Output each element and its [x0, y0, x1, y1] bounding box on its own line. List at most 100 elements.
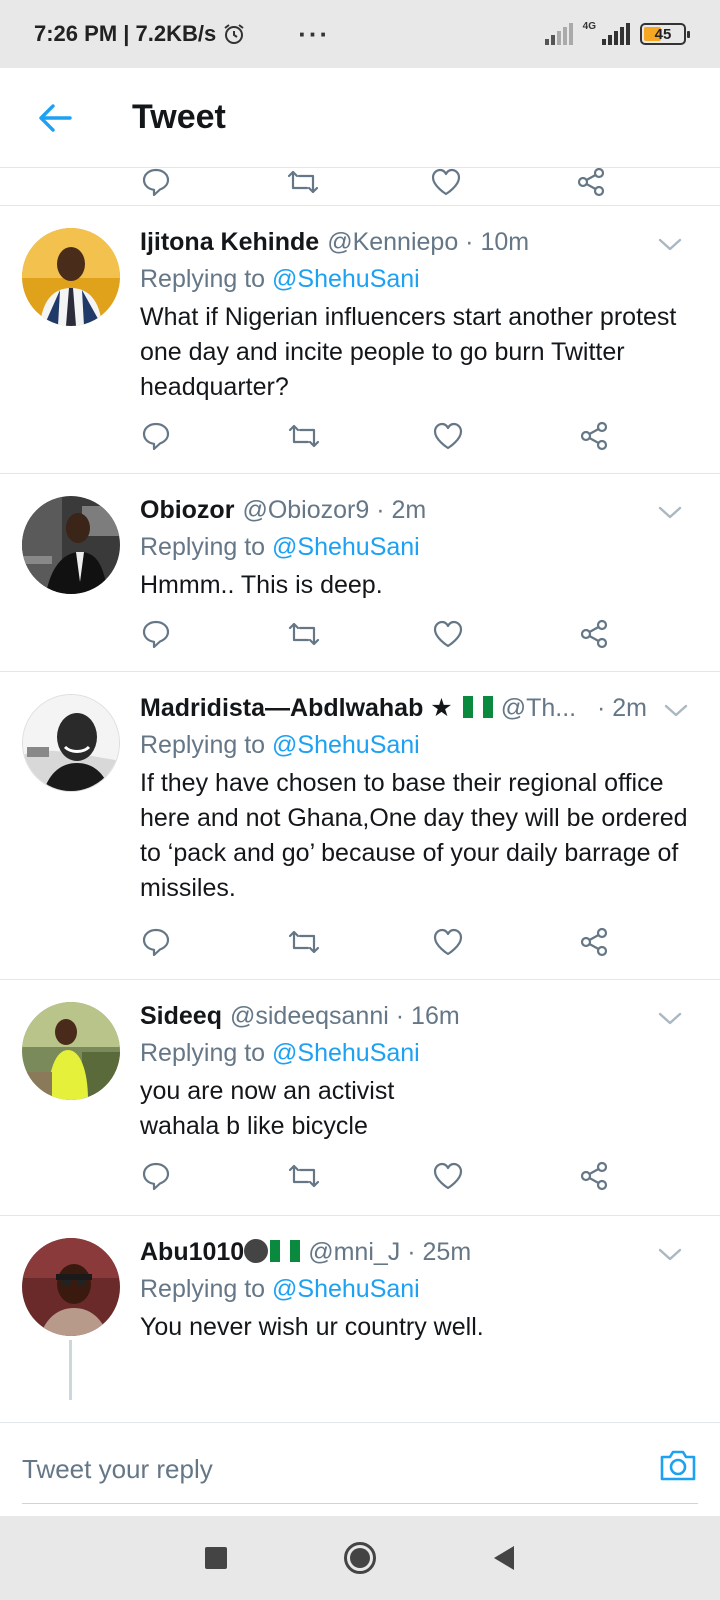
- avatar[interactable]: [22, 228, 120, 326]
- share-icon: [577, 168, 605, 197]
- retweet-icon: [287, 170, 319, 194]
- chevron-down-icon[interactable]: [656, 502, 684, 522]
- reply-icon: [142, 1162, 170, 1191]
- share-icon: [580, 619, 608, 649]
- tweet-text: If they have chosen to base their region…: [140, 769, 688, 902]
- avatar[interactable]: [22, 496, 120, 594]
- tweet-text: What if Nigerian influencers start anoth…: [140, 303, 677, 401]
- reply-icon: [142, 422, 170, 451]
- chevron-down-icon[interactable]: [656, 1008, 684, 1028]
- avatar[interactable]: [22, 694, 120, 792]
- like-button[interactable]: [432, 610, 578, 658]
- author-handle[interactable]: @Kenniepo: [327, 228, 458, 257]
- previous-tweet-actions: [0, 168, 720, 206]
- reply-button[interactable]: [140, 610, 286, 658]
- reply-button[interactable]: [140, 1152, 286, 1200]
- signal-4g-icon: [602, 23, 630, 45]
- page-title: Tweet: [132, 98, 226, 136]
- avatar[interactable]: [22, 1238, 120, 1336]
- mention-link[interactable]: @ShehuSani: [272, 731, 420, 759]
- retweet-button[interactable]: [286, 918, 432, 966]
- author-handle[interactable]: @Obiozor9: [242, 496, 369, 525]
- replying-prefix: Replying to: [140, 1275, 266, 1303]
- chevron-down-icon[interactable]: [656, 234, 684, 254]
- network-type: 4G: [582, 20, 596, 32]
- author-handle[interactable]: @sideeqsanni: [230, 1002, 389, 1031]
- share-button[interactable]: [578, 412, 720, 460]
- like-button[interactable]: [430, 168, 575, 206]
- reply-underline: [22, 1503, 698, 1504]
- share-button[interactable]: [578, 918, 720, 966]
- heart-icon: [433, 1162, 463, 1190]
- author-name[interactable]: Sideeq: [140, 1002, 222, 1031]
- author-name[interactable]: Madridista—Abdlwahab ★: [140, 693, 453, 723]
- home-button[interactable]: [342, 1540, 378, 1576]
- mention-link[interactable]: @ShehuSani: [272, 533, 420, 561]
- mention-link[interactable]: @ShehuSani: [272, 1039, 420, 1067]
- avatar[interactable]: [22, 1002, 120, 1100]
- chevron-down-icon[interactable]: [656, 1244, 684, 1264]
- author-handle[interactable]: @mni_J: [308, 1238, 400, 1267]
- signal-icon: [544, 23, 573, 45]
- share-button[interactable]: [578, 610, 720, 658]
- heart-icon: [431, 168, 461, 196]
- retweet-button[interactable]: [286, 610, 432, 658]
- replying-to: Replying to @ShehuSani: [140, 1034, 690, 1072]
- share-button[interactable]: [575, 168, 720, 206]
- nigeria-flag-icon: [462, 696, 493, 718]
- circle-icon: [344, 1542, 376, 1574]
- author-handle[interactable]: @Th...: [501, 694, 576, 723]
- reply-icon: [142, 928, 170, 957]
- heart-icon: [433, 422, 463, 450]
- square-icon: [205, 1547, 227, 1569]
- tweet-time: · 2m: [596, 693, 647, 722]
- arrow-left-icon: [39, 103, 72, 132]
- like-button[interactable]: [432, 918, 578, 966]
- replying-prefix: Replying to: [140, 731, 266, 759]
- retweet-icon: [288, 424, 320, 448]
- author-name[interactable]: Ijitona Kehinde: [140, 228, 319, 257]
- tweet-time: · 2m: [376, 495, 427, 524]
- mention-link[interactable]: @ShehuSani: [272, 265, 420, 293]
- more-notifications-icon: ···: [298, 18, 331, 49]
- author-name[interactable]: Abu1010: [140, 1238, 244, 1267]
- status-indicators: 4G 45: [543, 20, 690, 45]
- tweet-item[interactable]: Sideeq @sideeqsanni · 16m Replying to @S…: [0, 980, 720, 1216]
- like-button[interactable]: [432, 1152, 578, 1200]
- tweet-item[interactable]: Madridista—Abdlwahab ★ @Th... · 2m Reply…: [0, 672, 720, 980]
- emoji-face-icon: [244, 1239, 269, 1263]
- tweet-item[interactable]: Ijitona Kehinde @Kenniepo · 10m Replying…: [0, 206, 720, 474]
- retweet-button[interactable]: [286, 412, 432, 460]
- tweet-time: · 16m: [395, 1001, 460, 1030]
- replying-to: Replying to @ShehuSani: [140, 1270, 690, 1308]
- chevron-down-icon[interactable]: [662, 700, 690, 720]
- camera-icon[interactable]: [658, 1445, 698, 1485]
- battery-level: 45: [654, 25, 672, 43]
- retweet-button[interactable]: [285, 168, 430, 206]
- reply-icon: [142, 620, 170, 649]
- back-button[interactable]: [0, 68, 110, 168]
- mention-link[interactable]: @ShehuSani: [272, 1275, 420, 1303]
- tweet-item[interactable]: Obiozor @Obiozor9 · 2m Replying to @Sheh…: [0, 474, 720, 672]
- reply-button[interactable]: [140, 168, 285, 206]
- reply-feed[interactable]: Ijitona Kehinde @Kenniepo · 10m Replying…: [0, 168, 720, 1422]
- tweet-text: You never wish ur country well.: [140, 1313, 484, 1341]
- tweet-header: Ijitona Kehinde @Kenniepo · 10m: [140, 224, 690, 260]
- recents-button[interactable]: [198, 1540, 234, 1576]
- replying-to: Replying to @ShehuSani: [140, 260, 690, 298]
- reply-button[interactable]: [140, 412, 286, 460]
- triangle-back-icon: [494, 1546, 514, 1570]
- like-button[interactable]: [432, 412, 578, 460]
- reply-input[interactable]: [22, 1445, 642, 1493]
- share-button[interactable]: [578, 1152, 720, 1200]
- alarm-icon: [224, 24, 244, 44]
- system-back-button[interactable]: [486, 1540, 522, 1576]
- retweet-button[interactable]: [286, 1152, 432, 1200]
- tweet-item[interactable]: Abu1010 @mni_J · 25m Replying to @ShehuS…: [0, 1216, 720, 1400]
- status-time: 7:26 PM | 7.2KB/s: [34, 21, 246, 47]
- retweet-icon: [288, 622, 320, 646]
- author-name[interactable]: Obiozor: [140, 496, 234, 525]
- reply-button[interactable]: [140, 918, 286, 966]
- heart-icon: [433, 620, 463, 648]
- tweet-text: you are now an activist wahala b like bi…: [140, 1077, 395, 1140]
